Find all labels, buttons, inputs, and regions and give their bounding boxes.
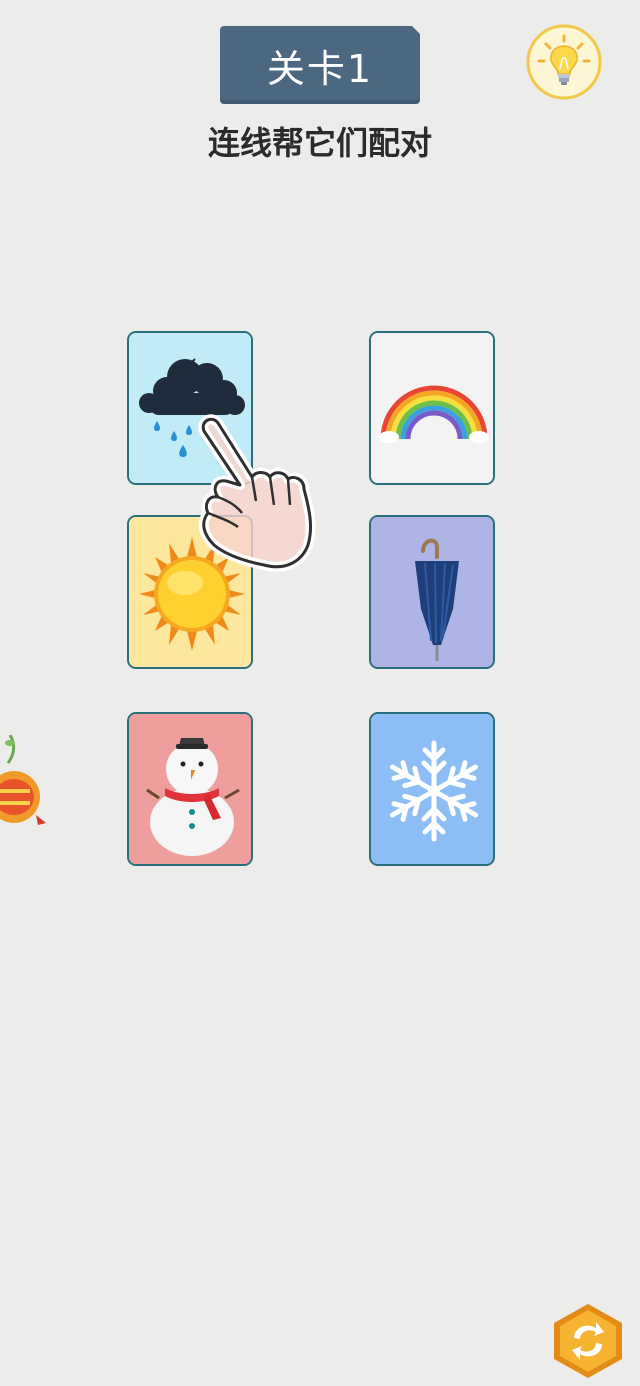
refresh-button[interactable]	[552, 1302, 624, 1380]
card-rainbow[interactable]	[369, 331, 495, 485]
card-umbrella[interactable]	[369, 515, 495, 669]
level-badge: 关卡1	[220, 25, 421, 104]
instruction-text: 连线帮它们配对	[207, 124, 432, 162]
level-label: 关卡1	[266, 46, 374, 91]
card-snowman[interactable]	[127, 712, 253, 866]
rainbow-icon	[371, 333, 493, 483]
badge-corner	[411, 25, 421, 35]
snowflake-icon	[371, 714, 493, 864]
lightbulb-icon	[526, 24, 602, 100]
side-promo-decoration[interactable]	[0, 734, 50, 835]
tutorial-hand-pointer	[190, 405, 320, 585]
lantern-icon	[0, 734, 46, 825]
umbrella-icon	[371, 517, 493, 667]
card-snowflake[interactable]	[369, 712, 495, 866]
hint-button[interactable]	[526, 24, 602, 100]
snowman-icon	[129, 714, 251, 864]
refresh-icon	[554, 1304, 622, 1378]
pointing-hand-icon	[198, 414, 316, 572]
